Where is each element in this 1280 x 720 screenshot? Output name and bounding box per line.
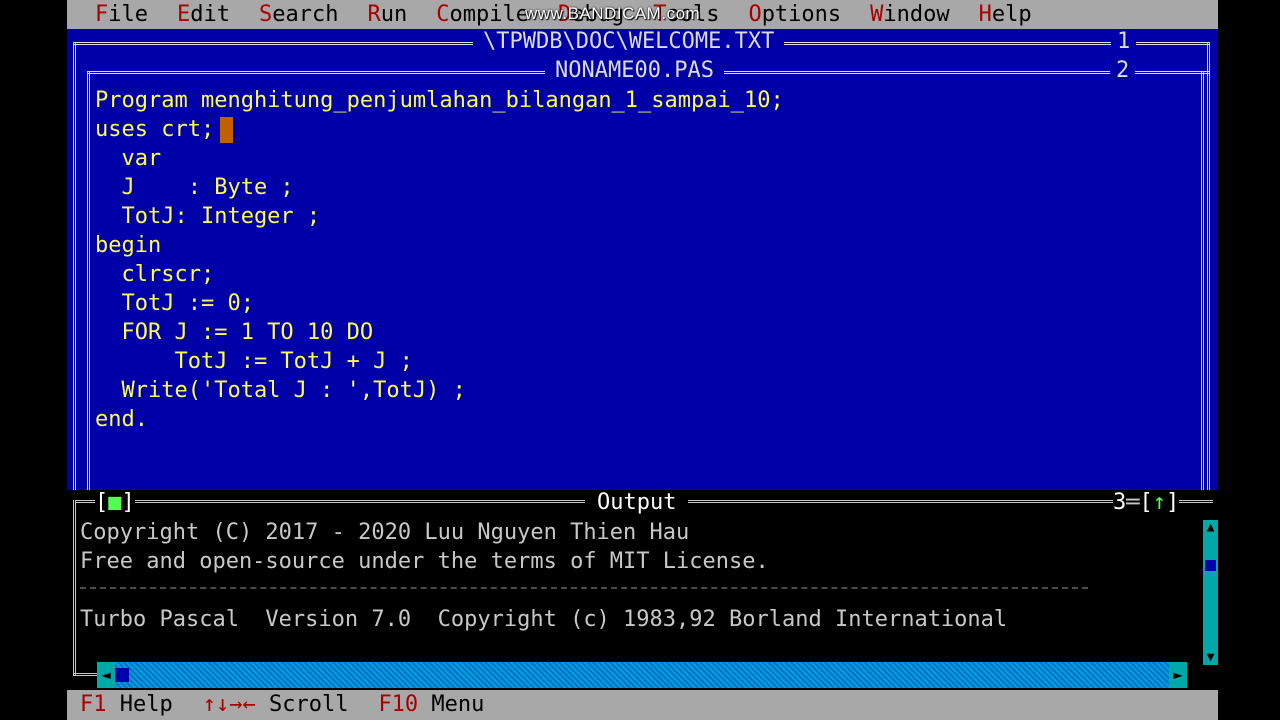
window1-frame-left <box>73 42 76 492</box>
menu-run[interactable]: Run <box>367 0 407 29</box>
window2-frame-right <box>1201 71 1204 491</box>
window1-frame-right <box>1207 42 1210 492</box>
output-line: Turbo Pascal Version 7.0 Copyright (c) 1… <box>80 607 1008 632</box>
zoom-icon[interactable]: ↑ <box>1153 490 1166 515</box>
code-line: J : Byte ; <box>95 175 294 200</box>
code-line: TotJ := TotJ + J ; <box>95 349 413 374</box>
window2-number: 2 <box>1110 58 1136 84</box>
menu-edit[interactable]: Edit <box>177 0 230 29</box>
output-blank-line <box>80 576 1007 605</box>
output-text: Copyright (C) 2017 - 2020 Luu Nguyen Thi… <box>80 518 1007 634</box>
menu-compile[interactable]: Compile <box>436 0 529 29</box>
close-icon: ■ <box>108 490 122 515</box>
window1-number: 1 <box>1111 29 1137 55</box>
scroll-thumb[interactable] <box>1205 560 1216 571</box>
scroll-up-icon[interactable]: ▲ <box>1203 520 1218 535</box>
output-line: Free and open-source under the terms of … <box>80 549 769 574</box>
code-line-with-cursor: uses crt; <box>95 115 784 144</box>
window1-title[interactable]: \TPWDB\DOC\WELCOME.TXT <box>473 29 785 55</box>
output-separator <box>80 587 1088 589</box>
scroll-down-icon[interactable]: ▼ <box>1203 650 1218 665</box>
horizontal-scrollbar[interactable]: ◄ ► <box>97 662 1187 688</box>
output-close-button[interactable]: [■] <box>95 490 135 516</box>
output-title: Output <box>585 490 689 516</box>
code-line: Write('Total J : ',TotJ) ; <box>95 378 466 403</box>
vertical-scrollbar[interactable]: ▲ ▼ <box>1203 520 1218 665</box>
status-scroll[interactable]: ↑↓→← Scroll <box>203 690 349 720</box>
window2-title[interactable]: NONAME00.PAS <box>545 58 724 84</box>
menu-window[interactable]: Window <box>870 0 949 29</box>
turbo-pascal-screen: File Edit Search Run Compile Debug Tools… <box>67 0 1218 720</box>
status-bar: F1 Help ↑↓→← Scroll F10 Menu <box>67 690 1218 720</box>
status-menu[interactable]: F10 Menu <box>378 690 484 720</box>
code-line: begin <box>95 233 162 258</box>
menu-options[interactable]: Options <box>748 0 841 29</box>
text-cursor <box>220 117 234 143</box>
code-line: var <box>95 146 162 171</box>
code-line: Program menghitung_penjumlahan_bilangan_… <box>95 88 784 113</box>
scroll-left-icon[interactable]: ◄ <box>97 662 115 688</box>
output-line: Copyright (C) 2017 - 2020 Luu Nguyen Thi… <box>80 520 690 545</box>
hscroll-thumb[interactable] <box>115 668 129 682</box>
output-window-number: 3 <box>1113 490 1127 515</box>
code-editor[interactable]: Program menghitung_penjumlahan_bilangan_… <box>95 86 784 434</box>
recording-watermark: www.BANDICAM.com <box>525 4 701 23</box>
output-number-zoom: 3═[↑] <box>1113 490 1180 516</box>
output-frame-left <box>73 500 76 675</box>
scroll-right-icon[interactable]: ► <box>1169 662 1187 688</box>
output-window: [■] Output 3═[↑] Copyright (C) 2017 - 20… <box>67 490 1218 690</box>
code-line: TotJ: Integer ; <box>95 204 321 229</box>
menu-bar: File Edit Search Run Compile Debug Tools… <box>67 0 1218 29</box>
menu-search[interactable]: Search <box>259 0 338 29</box>
menu-file[interactable]: File <box>95 0 148 29</box>
menu-help[interactable]: Help <box>979 0 1032 29</box>
code-line: FOR J := 1 TO 10 DO <box>95 320 374 345</box>
arrow-keys-icon: ↑↓→← <box>202 692 256 717</box>
window2-frame-left <box>87 71 90 491</box>
code-line: clrscr; <box>95 262 215 287</box>
code-line: end. <box>95 407 148 432</box>
status-help[interactable]: F1 Help <box>80 690 173 720</box>
code-line: TotJ := 0; <box>95 291 254 316</box>
